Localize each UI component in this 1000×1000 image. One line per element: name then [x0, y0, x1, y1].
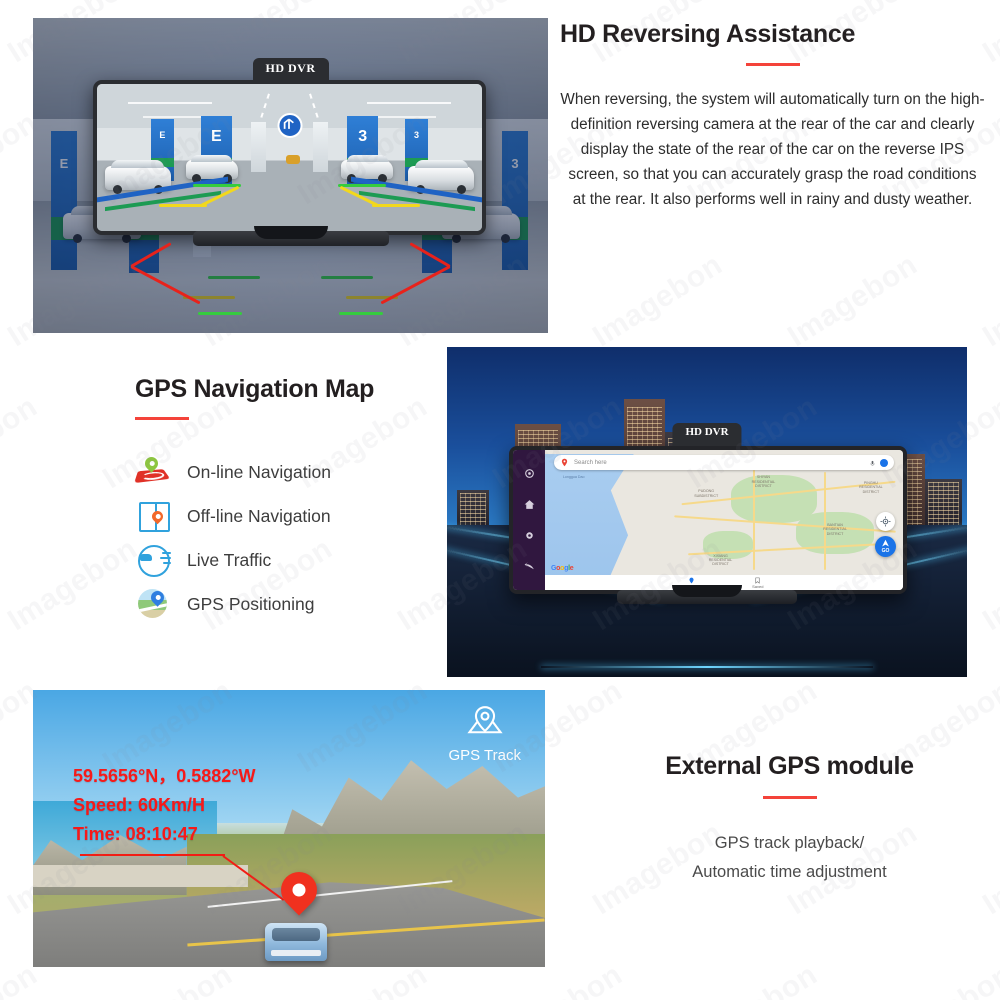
hd-dvr-badge: HD DVR	[672, 423, 742, 446]
watermark-text: Imagebon	[977, 247, 1000, 354]
gps-positioning-icon	[135, 587, 175, 621]
map-label: PUDONG SUBDISTRICT	[694, 489, 719, 498]
map-sidebar	[513, 450, 545, 590]
gps-speed: Speed: 60Km/H	[73, 795, 206, 815]
map-canvas[interactable]: Search here PUDONG SUBDISTRICT SHIYAN RE…	[545, 450, 903, 590]
watermark-text: Imagebon	[682, 958, 824, 1000]
map-search-placeholder: Search here	[574, 459, 607, 466]
back-icon[interactable]	[523, 560, 536, 573]
gps-data-overlay: 59.5656°N，0.5882°W Speed: 60Km/H Time: 0…	[73, 762, 256, 849]
tab-saved[interactable]: Saved	[752, 577, 763, 589]
gps-track-badge: GPS Track	[448, 702, 521, 764]
online-navigation-icon	[134, 454, 175, 489]
external-gps-accent-underline	[762, 796, 817, 799]
gps-track-label: GPS Track	[448, 747, 521, 764]
map-label: XIXIANG RESIDENTIAL DISTRICT	[708, 553, 733, 567]
gps-title-accent-underline	[135, 417, 189, 420]
gps-feature-list: On-line Navigation Off-line Navigation L…	[134, 450, 465, 626]
go-button-label: GO	[881, 548, 890, 554]
feature-label: On-line Navigation	[187, 461, 331, 482]
account-avatar-icon[interactable]	[880, 458, 888, 467]
camera-icon[interactable]	[523, 467, 536, 480]
feature-label: Live Traffic	[187, 549, 272, 570]
reversing-body-text: When reversing, the system will automati…	[560, 91, 985, 208]
gps-track-photo: 59.5656°N，0.5882°W Speed: 60Km/H Time: 0…	[33, 690, 545, 967]
google-maps-pin-icon	[560, 454, 569, 472]
map-application-ui: Search here PUDONG SUBDISTRICT SHIYAN RE…	[513, 450, 903, 590]
title-accent-underline	[745, 63, 800, 66]
direction-sign-icon	[277, 113, 302, 139]
offline-navigation-icon	[135, 499, 175, 533]
reversing-assistance-text-block: HD Reversing Assistance When reversing, …	[560, 20, 985, 212]
leader-line-horizontal	[80, 854, 225, 856]
gps-track-pin-icon	[465, 706, 505, 744]
external-gps-body-line-1: GPS track playback/	[714, 834, 865, 852]
guideline-green-right	[338, 184, 386, 187]
rear-camera-view: E E 3 3	[97, 84, 482, 231]
microphone-icon[interactable]	[869, 454, 876, 472]
gps-navigation-photo: HD DVR Search here PUDONG SUBDISTRICT SH…	[447, 347, 967, 677]
guideline-yellow-right	[372, 204, 420, 207]
hd-dvr-badge: HD DVR	[252, 58, 329, 84]
recenter-button[interactable]	[876, 512, 895, 531]
gps-navigation-text-block: GPS Navigation Map On-line Navigation Of…	[134, 375, 465, 626]
go-navigation-button[interactable]: GO	[875, 536, 896, 557]
product-feature-page: E E 3 3 HD DVR	[0, 0, 1000, 1000]
dvr-stand	[192, 231, 389, 246]
blue-car	[265, 923, 327, 961]
watermark-text: Imagebon	[782, 247, 924, 354]
map-label: SHIYAN RESIDENTIAL DISTRICT	[751, 475, 776, 488]
feature-label: GPS Positioning	[187, 593, 315, 614]
live-traffic-icon	[135, 543, 175, 577]
watermark-text: Imagebon	[977, 531, 1000, 638]
watermark-text: Imagebon	[587, 247, 729, 354]
map-label: Longgua Dao	[562, 475, 585, 480]
gps-time: Time: 08:10:47	[73, 824, 198, 844]
feature-live-traffic[interactable]: Live Traffic	[135, 538, 465, 582]
external-gps-title: External GPS module	[665, 752, 914, 780]
dvr-stand	[617, 590, 797, 604]
reversing-title: HD Reversing Assistance	[560, 20, 856, 48]
feature-label: Off-line Navigation	[187, 505, 331, 526]
home-icon[interactable]	[523, 498, 536, 511]
watermark-text: Imagebon	[2, 531, 144, 638]
tab-label: Saved	[752, 583, 764, 589]
map-label: PINGHU RESIDENTIAL DISTRICT	[859, 480, 883, 494]
gps-navigation-title: GPS Navigation Map	[135, 375, 375, 403]
watermark-text: Imagebon	[0, 389, 44, 496]
map-label: BANTIAN RESIDENTIAL DISTRICT	[823, 522, 847, 536]
dvr-monitor-screen: Search here PUDONG SUBDISTRICT SHIYAN RE…	[509, 446, 907, 594]
map-search-bar[interactable]: Search here	[554, 455, 894, 470]
settings-icon[interactable]	[523, 529, 536, 542]
external-gps-text-block: External GPS module GPS track playback/ …	[592, 752, 987, 887]
watermark-text: Imagebon	[877, 958, 1000, 1000]
dvr-monitor-screen: E E 3 3	[93, 80, 486, 235]
external-gps-body-line-2: Automatic time adjustment	[692, 863, 887, 881]
feature-online-navigation[interactable]: On-line Navigation	[134, 450, 465, 494]
google-logo: Google	[551, 565, 574, 572]
reversing-assistance-photo: E E 3 3 HD DVR	[33, 18, 548, 333]
gps-coordinates: 59.5656°N，0.5882°W	[73, 766, 256, 786]
feature-gps-positioning[interactable]: GPS Positioning	[135, 582, 465, 626]
feature-offline-navigation[interactable]: Off-line Navigation	[135, 494, 465, 538]
